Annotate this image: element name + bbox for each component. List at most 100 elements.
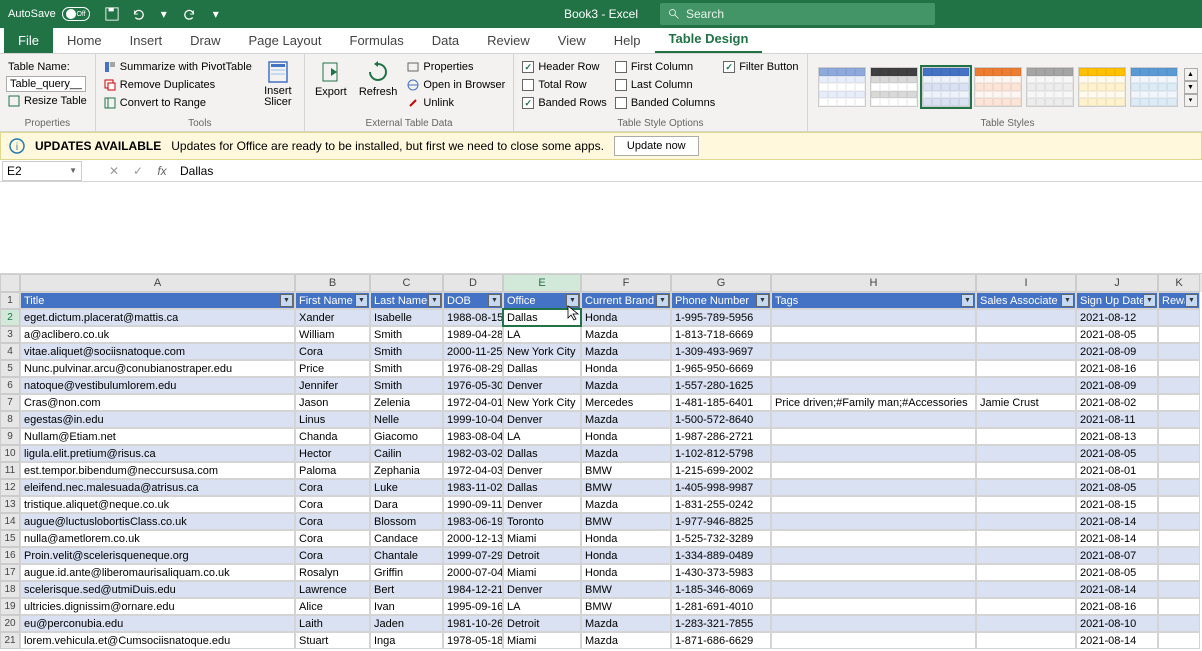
export-button[interactable]: Export <box>311 58 351 100</box>
data-cell[interactable]: 2000-11-25 <box>443 343 503 360</box>
data-cell[interactable] <box>976 513 1076 530</box>
data-cell[interactable] <box>771 343 976 360</box>
tab-data[interactable]: Data <box>418 28 473 53</box>
data-cell[interactable]: 1976-08-29 <box>443 360 503 377</box>
data-cell[interactable] <box>771 445 976 462</box>
data-cell[interactable]: Miami <box>503 632 581 649</box>
data-cell[interactable]: Candace <box>370 530 443 547</box>
data-cell[interactable]: lorem.vehicula.et@Cumsociisnatoque.edu <box>20 632 295 649</box>
data-cell[interactable]: 1982-03-02 <box>443 445 503 462</box>
data-cell[interactable]: Mercedes <box>581 394 671 411</box>
autosave-toggle[interactable]: AutoSave Off <box>8 7 90 21</box>
data-cell[interactable]: 1-215-699-2002 <box>671 462 771 479</box>
data-cell[interactable]: Honda <box>581 309 671 326</box>
data-cell[interactable]: 1-557-280-1625 <box>671 377 771 394</box>
convert-range-button[interactable]: Convert to Range <box>102 94 254 112</box>
data-cell[interactable]: Hector <box>295 445 370 462</box>
filter-dropdown-icon[interactable]: ▼ <box>1185 294 1198 307</box>
column-header[interactable]: H <box>771 274 976 292</box>
data-cell[interactable] <box>1158 632 1200 649</box>
data-cell[interactable]: Isabelle <box>370 309 443 326</box>
data-cell[interactable] <box>976 326 1076 343</box>
data-cell[interactable]: Smith <box>370 360 443 377</box>
data-cell[interactable]: 2021-08-15 <box>1076 496 1158 513</box>
data-cell[interactable] <box>771 462 976 479</box>
data-cell[interactable]: Blossom <box>370 513 443 530</box>
search-box[interactable] <box>660 3 935 25</box>
column-header[interactable]: E <box>503 274 581 292</box>
data-cell[interactable] <box>1158 581 1200 598</box>
data-cell[interactable]: Honda <box>581 530 671 547</box>
data-cell[interactable]: 1-987-286-2721 <box>671 428 771 445</box>
data-cell[interactable]: 1988-08-15 <box>443 309 503 326</box>
data-cell[interactable]: Chantale <box>370 547 443 564</box>
data-cell[interactable]: Honda <box>581 360 671 377</box>
row-header[interactable]: 10 <box>0 445 20 462</box>
data-cell[interactable]: 1-813-718-6669 <box>671 326 771 343</box>
data-cell[interactable]: BMW <box>581 598 671 615</box>
data-cell[interactable]: Griffin <box>370 564 443 581</box>
row-header[interactable]: 20 <box>0 615 20 632</box>
table-style-swatch[interactable] <box>1078 67 1126 107</box>
data-cell[interactable]: Rosalyn <box>295 564 370 581</box>
data-cell[interactable]: 2021-08-14 <box>1076 632 1158 649</box>
data-cell[interactable]: Jason <box>295 394 370 411</box>
data-cell[interactable]: 2021-08-05 <box>1076 445 1158 462</box>
column-header[interactable]: A <box>20 274 295 292</box>
data-cell[interactable] <box>771 479 976 496</box>
data-cell[interactable]: Inga <box>370 632 443 649</box>
data-cell[interactable]: Zephania <box>370 462 443 479</box>
data-cell[interactable] <box>1158 343 1200 360</box>
data-cell[interactable]: Honda <box>581 428 671 445</box>
column-header[interactable]: J <box>1076 274 1158 292</box>
column-header[interactable]: B <box>295 274 370 292</box>
data-cell[interactable]: 1995-09-16 <box>443 598 503 615</box>
data-cell[interactable] <box>771 547 976 564</box>
data-cell[interactable]: 2021-08-01 <box>1076 462 1158 479</box>
data-cell[interactable]: 2021-08-09 <box>1076 377 1158 394</box>
table-header-cell[interactable]: Sales Associate▼ <box>976 292 1076 309</box>
data-cell[interactable] <box>976 496 1076 513</box>
data-cell[interactable] <box>1158 479 1200 496</box>
select-all-corner[interactable] <box>0 274 20 292</box>
data-cell[interactable]: 1-977-946-8825 <box>671 513 771 530</box>
row-header[interactable]: 8 <box>0 411 20 428</box>
unlink-button[interactable]: Unlink <box>405 94 507 112</box>
column-header[interactable]: K <box>1158 274 1200 292</box>
data-cell[interactable]: LA <box>503 428 581 445</box>
table-name-input[interactable] <box>6 76 86 92</box>
row-header[interactable]: 1 <box>0 292 20 309</box>
table-header-cell[interactable]: Phone Number▼ <box>671 292 771 309</box>
name-box[interactable]: E2▼ <box>2 161 82 181</box>
data-cell[interactable]: Mazda <box>581 632 671 649</box>
data-cell[interactable]: Price driven;#Family man;#Accessories <box>771 394 976 411</box>
data-cell[interactable] <box>1158 462 1200 479</box>
data-cell[interactable] <box>976 309 1076 326</box>
data-cell[interactable]: Detroit <box>503 547 581 564</box>
table-header-cell[interactable]: Sign Up Date▼ <box>1076 292 1158 309</box>
data-cell[interactable]: Mazda <box>581 343 671 360</box>
data-cell[interactable]: Toronto <box>503 513 581 530</box>
data-cell[interactable]: eu@perconubia.edu <box>20 615 295 632</box>
column-header[interactable]: D <box>443 274 503 292</box>
table-style-swatch[interactable] <box>818 67 866 107</box>
data-cell[interactable]: 1999-10-04 <box>443 411 503 428</box>
data-cell[interactable]: vitae.aliquet@sociisnatoque.com <box>20 343 295 360</box>
remove-duplicates-button[interactable]: Remove Duplicates <box>102 76 254 94</box>
data-cell[interactable] <box>1158 360 1200 377</box>
spreadsheet-grid[interactable]: ABCDEFGHIJK 1Title▼First Name▼Last Name▼… <box>0 274 1202 649</box>
data-cell[interactable]: Dallas <box>503 479 581 496</box>
data-cell[interactable]: BMW <box>581 462 671 479</box>
data-cell[interactable] <box>976 547 1076 564</box>
data-cell[interactable]: augue@luctuslobortisClass.co.uk <box>20 513 295 530</box>
tab-formulas[interactable]: Formulas <box>336 28 418 53</box>
data-cell[interactable]: Mazda <box>581 411 671 428</box>
data-cell[interactable]: Zelenia <box>370 394 443 411</box>
data-cell[interactable]: 2021-08-11 <box>1076 411 1158 428</box>
column-header[interactable]: C <box>370 274 443 292</box>
cancel-formula-icon[interactable]: ✕ <box>102 161 126 181</box>
data-cell[interactable]: 2000-07-04 <box>443 564 503 581</box>
data-cell[interactable] <box>1158 326 1200 343</box>
data-cell[interactable]: Miami <box>503 564 581 581</box>
data-cell[interactable]: Alice <box>295 598 370 615</box>
